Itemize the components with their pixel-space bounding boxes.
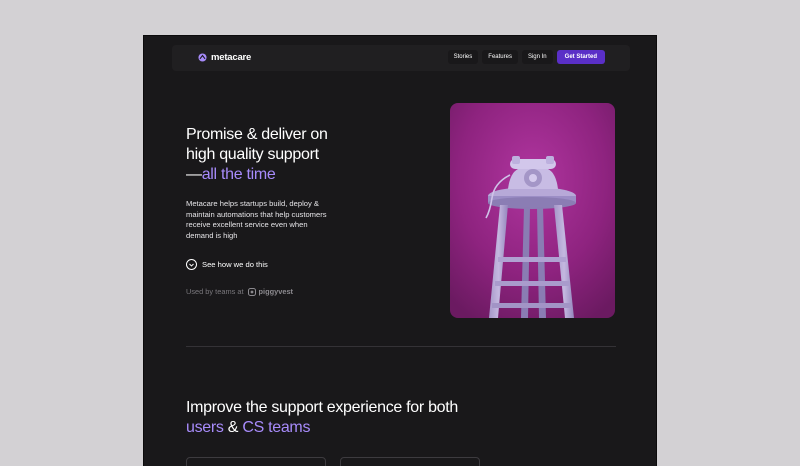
nav-links: Stories Features Sign In Get Started bbox=[447, 50, 605, 64]
used-by: Used by teams at piggyvest bbox=[186, 287, 293, 296]
section-accent-cs-teams: CS teams bbox=[242, 419, 311, 436]
used-by-label: Used by teams at bbox=[186, 287, 244, 296]
get-started-button[interactable]: Get Started bbox=[556, 50, 605, 64]
section-connector: & bbox=[223, 419, 243, 436]
see-how-link[interactable]: See how we do this bbox=[186, 259, 268, 270]
nav-link-sign-in[interactable]: Sign In bbox=[521, 50, 553, 64]
section-title-line2: users & CS teams bbox=[186, 418, 506, 438]
hero-title-line1: Promise & deliver on bbox=[186, 126, 328, 143]
feature-card-cs-teams[interactable] bbox=[340, 457, 480, 466]
metacare-logo-icon bbox=[198, 53, 207, 62]
section-divider bbox=[186, 346, 616, 347]
hero-title-line3: —all the time bbox=[186, 165, 376, 185]
piggyvest-logo-icon bbox=[247, 287, 256, 296]
section-title-line1: Improve the support experience for both bbox=[186, 399, 459, 416]
hero-telephone-stool-image bbox=[450, 103, 615, 318]
brand-name: metacare bbox=[211, 52, 252, 63]
partner-name: piggyvest bbox=[258, 287, 294, 296]
nav-link-stories[interactable]: Stories bbox=[447, 50, 479, 64]
section-title: Improve the support experience for both … bbox=[186, 398, 506, 438]
feature-card-users[interactable] bbox=[186, 457, 326, 466]
section-accent-users: users bbox=[186, 419, 224, 436]
nav-link-features[interactable]: Features bbox=[482, 50, 518, 64]
hero-description: Metacare helps startups build, deploy & … bbox=[186, 199, 327, 240]
top-navigation: metacare Stories Features Sign In Get St… bbox=[172, 45, 630, 71]
hero-title-line2: high quality support bbox=[186, 146, 319, 163]
hero-title: Promise & deliver on high quality suppor… bbox=[186, 125, 376, 185]
partner-logo: piggyvest bbox=[247, 287, 294, 296]
brand-logo[interactable]: metacare bbox=[198, 52, 251, 63]
chevron-down-icon bbox=[186, 259, 197, 270]
hero-title-dash: — bbox=[186, 166, 202, 183]
see-how-label: See how we do this bbox=[202, 260, 268, 269]
hero-title-accent: all the time bbox=[201, 166, 276, 183]
landing-page: metacare Stories Features Sign In Get St… bbox=[143, 35, 657, 466]
